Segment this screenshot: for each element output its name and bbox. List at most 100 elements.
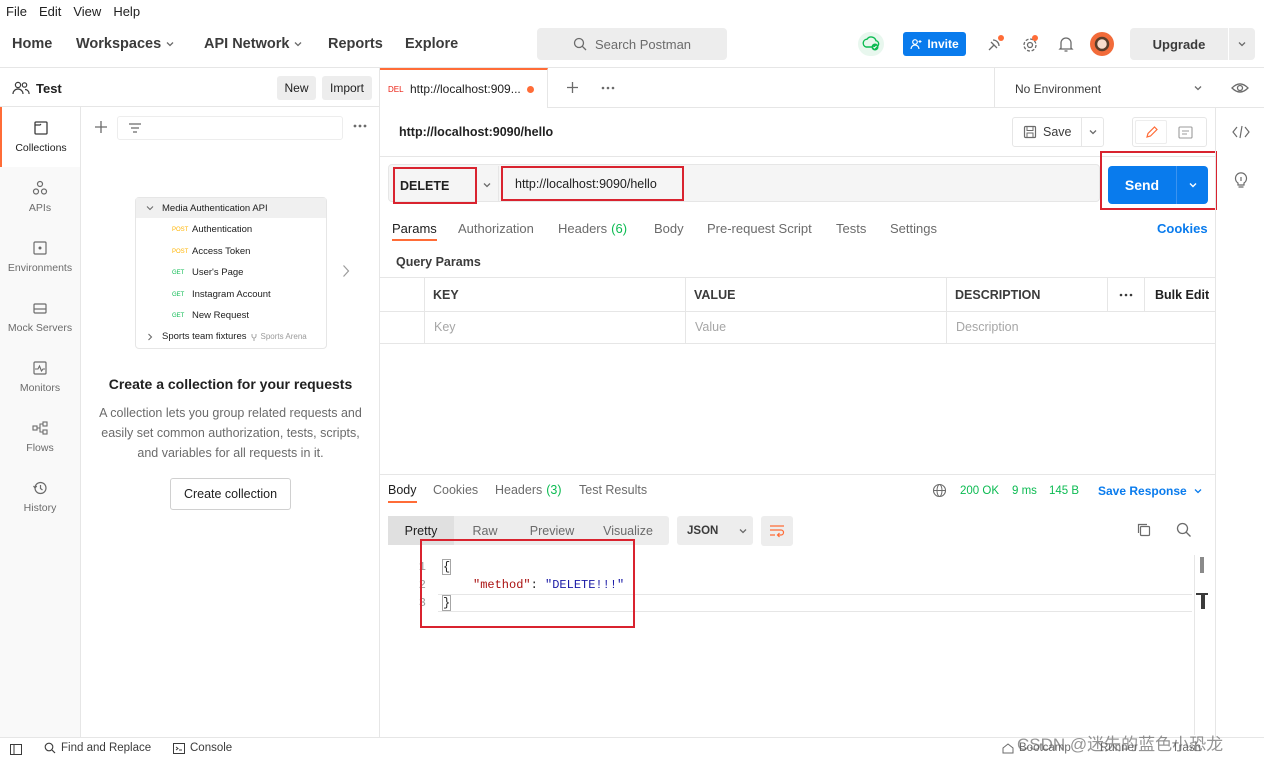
tab-tests[interactable]: Tests <box>836 221 866 236</box>
send-options-dropdown[interactable] <box>1177 166 1208 204</box>
save-response-button[interactable]: Save Response <box>1098 484 1203 498</box>
value-input[interactable]: Value <box>695 320 726 334</box>
send-button-group: Send <box>1108 166 1208 204</box>
more-tabs-icon[interactable] <box>601 86 615 90</box>
key-input[interactable]: Key <box>434 320 456 334</box>
code-snippet-icon[interactable] <box>1232 125 1250 139</box>
cookies-link[interactable]: Cookies <box>1157 221 1208 236</box>
response-tab-body[interactable]: Body <box>388 483 417 503</box>
response-scrollbar[interactable] <box>1194 555 1208 735</box>
sidebar-item-monitors[interactable]: Monitors <box>0 347 80 407</box>
sidebar-item-collections[interactable]: Collections <box>0 107 80 167</box>
bulk-edit-link[interactable]: Bulk Edit <box>1155 288 1209 302</box>
request-name: Instagram Account <box>192 289 271 300</box>
right-context-bar <box>1215 108 1264 737</box>
menu-help[interactable]: Help <box>113 4 140 19</box>
format-select[interactable]: JSON <box>677 516 753 545</box>
find-replace-button[interactable]: Find and Replace <box>44 742 151 754</box>
tab-pre-request-script[interactable]: Pre-request Script <box>707 221 812 236</box>
sidebar-item-apis[interactable]: APIs <box>0 167 80 227</box>
response-divider[interactable] <box>380 474 1215 475</box>
import-button[interactable]: Import <box>322 76 372 100</box>
tab-headers[interactable]: Headers (6) <box>558 221 627 236</box>
upgrade-dropdown[interactable] <box>1229 28 1255 60</box>
workspace-name[interactable]: Test <box>36 81 62 96</box>
description-input[interactable]: Description <box>956 320 1019 334</box>
edit-mode-button[interactable] <box>1135 120 1167 144</box>
toggle-sidebar-icon[interactable] <box>10 744 22 755</box>
response-tab-headers[interactable]: Headers (3) <box>495 483 562 497</box>
satellite-icon[interactable] <box>985 34 1005 54</box>
request-name[interactable]: http://localhost:9090/hello <box>399 125 553 139</box>
search-bar[interactable]: Search Postman <box>537 28 727 60</box>
method-label: POST <box>172 248 189 255</box>
method-label: GET <box>172 269 185 276</box>
tab-settings[interactable]: Settings <box>890 221 937 236</box>
response-status[interactable]: 200 OK <box>960 485 999 497</box>
sidebar-item-label: Environments <box>7 262 73 274</box>
save-button[interactable]: Save <box>1012 117 1104 147</box>
sidebar-item-environments[interactable]: Environments <box>0 227 80 287</box>
nav-workspaces[interactable]: Workspaces <box>76 36 175 52</box>
avatar[interactable] <box>1090 32 1114 56</box>
console-button[interactable]: Console <box>173 742 232 754</box>
menu-view[interactable]: View <box>73 4 101 19</box>
response-size[interactable]: 145 B <box>1049 485 1079 497</box>
response-highlight <box>420 539 635 628</box>
collection-filter-input[interactable] <box>117 116 343 140</box>
settings-gear-icon[interactable] <box>1020 34 1040 54</box>
method-select[interactable]: DELETE <box>393 167 477 204</box>
response-tab-cookies[interactable]: Cookies <box>433 483 478 497</box>
wrap-lines-button[interactable] <box>761 516 793 546</box>
menu-file[interactable]: File <box>6 4 27 19</box>
menu-edit[interactable]: Edit <box>39 4 61 19</box>
sidebar-item-mock-servers[interactable]: Mock Servers <box>0 287 80 347</box>
sidebar-nav: Collections APIs Environments Mock Serve… <box>0 107 81 737</box>
chevron-down-icon[interactable] <box>482 180 492 190</box>
sync-status-icon[interactable] <box>858 32 884 56</box>
chevron-down-icon <box>739 528 747 533</box>
illustration-folder-2-tag: Sports Arena <box>260 332 307 341</box>
tab-headers-label: Headers <box>558 221 608 236</box>
bell-icon[interactable] <box>1057 35 1075 53</box>
more-options-icon[interactable] <box>353 124 367 128</box>
documentation-icon[interactable] <box>1178 126 1193 139</box>
lightbulb-icon[interactable] <box>1233 171 1249 189</box>
chevron-right-icon[interactable] <box>342 264 350 278</box>
tab-params[interactable]: Params <box>392 221 437 241</box>
create-collection-button[interactable]: Create collection <box>170 478 291 510</box>
tab-authorization[interactable]: Authorization <box>458 221 534 236</box>
filter-icon <box>129 123 141 133</box>
chevron-down-icon <box>166 42 174 47</box>
new-tab-plus-icon[interactable] <box>566 81 579 94</box>
copy-icon[interactable] <box>1136 522 1152 538</box>
response-time[interactable]: 9 ms <box>1012 485 1037 497</box>
empty-state-description: A collection lets you group related requ… <box>99 406 362 460</box>
divider <box>498 166 499 202</box>
plus-icon[interactable] <box>94 120 108 134</box>
response-tab-test-results[interactable]: Test Results <box>579 483 647 497</box>
illustration-request: GET User's Page <box>172 267 243 278</box>
tab-body[interactable]: Body <box>654 221 684 236</box>
request-tab[interactable]: DEL http://localhost:909... <box>380 68 548 108</box>
nav-home[interactable]: Home <box>12 36 52 52</box>
url-input[interactable]: http://localhost:9090/hello <box>501 166 684 201</box>
send-button[interactable]: Send <box>1108 166 1176 204</box>
sidebar-item-label: Flows <box>26 442 54 454</box>
sidebar-item-history[interactable]: History <box>0 467 80 527</box>
nav-explore[interactable]: Explore <box>405 36 458 52</box>
environment-selector[interactable]: No Environment <box>994 68 1216 108</box>
more-options-icon[interactable] <box>1119 293 1133 297</box>
eye-icon[interactable] <box>1230 80 1250 96</box>
search-icon[interactable] <box>1176 522 1192 538</box>
invite-button[interactable]: Invite <box>903 32 966 56</box>
globe-icon[interactable] <box>932 483 947 498</box>
sidebar-item-flows[interactable]: Flows <box>0 407 80 467</box>
upgrade-button[interactable]: Upgrade <box>1130 28 1228 60</box>
new-button[interactable]: New <box>277 76 316 100</box>
add-user-icon <box>910 39 922 50</box>
method-label: POST <box>172 226 189 233</box>
nav-api-network[interactable]: API Network <box>204 36 303 52</box>
chevron-down-icon <box>1189 183 1196 188</box>
nav-reports[interactable]: Reports <box>328 36 383 52</box>
